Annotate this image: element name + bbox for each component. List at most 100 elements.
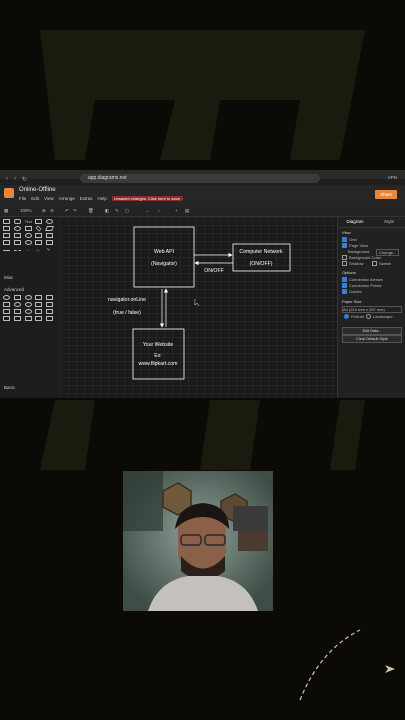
undo-icon[interactable]: ↶	[65, 208, 69, 214]
section-basic[interactable]: Basic	[4, 385, 15, 390]
grid-option[interactable]: Grid	[342, 237, 357, 243]
shape-document[interactable]	[13, 240, 21, 245]
landscape-radio[interactable]	[366, 314, 371, 320]
clear-default-style-button[interactable]: Clear Default Style	[342, 335, 402, 343]
shape-process[interactable]	[24, 226, 32, 231]
shape-cylinder[interactable]	[24, 233, 32, 238]
shape-cross[interactable]	[13, 302, 21, 307]
menu-arrange[interactable]: Arrange	[59, 196, 75, 201]
shape-donut[interactable]	[24, 309, 32, 314]
menu-view[interactable]: View	[44, 196, 54, 201]
address-field[interactable]: app.diagrams.net	[80, 174, 320, 183]
shape-cube[interactable]	[35, 240, 43, 245]
shape-plus[interactable]	[35, 302, 43, 307]
back-icon[interactable]: ‹	[6, 176, 8, 182]
shape-rectangle[interactable]	[3, 219, 10, 224]
shape-line[interactable]	[3, 250, 10, 251]
shape-ellipse[interactable]	[46, 219, 54, 224]
shape-swimlane[interactable]	[24, 316, 32, 321]
shape-triangle[interactable]	[13, 233, 21, 238]
grid-checkbox[interactable]	[342, 237, 347, 243]
web-api-box[interactable]	[133, 226, 195, 288]
share-button[interactable]: Share	[375, 190, 397, 199]
shape-arrow[interactable]: →	[25, 247, 32, 253]
shape-flag[interactable]	[35, 316, 43, 321]
shape-circle[interactable]	[13, 226, 21, 231]
vpn-badge[interactable]: VPN	[388, 175, 397, 180]
shape-grid-adv[interactable]	[46, 309, 54, 314]
waypoint-icon[interactable]: ⌐	[158, 208, 161, 213]
shape-text[interactable]: Text	[25, 219, 32, 224]
insert-icon[interactable]: +	[175, 208, 178, 213]
bg-color-option[interactable]: Background Color	[342, 255, 381, 261]
menu-help[interactable]: Help	[98, 196, 107, 201]
sketch-option[interactable]: Sketch	[372, 261, 391, 267]
shape-hexagon-adv[interactable]	[13, 295, 21, 300]
shape-table-adv[interactable]	[35, 309, 43, 314]
shape-bars[interactable]	[3, 316, 10, 321]
section-misc[interactable]: Misc	[4, 275, 13, 280]
shape-dashed-line[interactable]	[13, 250, 21, 251]
shape-bidirectional[interactable]: ↔	[35, 247, 42, 253]
forward-icon[interactable]: ›	[14, 176, 16, 182]
shape-callout[interactable]	[35, 295, 43, 300]
shape-square[interactable]	[3, 226, 10, 231]
conn-points-checkbox[interactable]	[342, 283, 347, 289]
shape-sum[interactable]	[24, 302, 32, 307]
shape-manual[interactable]	[3, 302, 10, 307]
tab-diagram[interactable]: Diagram	[338, 217, 372, 227]
shape-curve[interactable]: ∿	[46, 247, 53, 253]
redo-icon[interactable]: ↷	[73, 208, 77, 214]
line-color-icon[interactable]: ✎	[115, 208, 119, 214]
menu-edit[interactable]: Edit	[31, 196, 39, 201]
fill-color-icon[interactable]: ◧	[105, 208, 109, 214]
conn-arrows-checkbox[interactable]	[342, 277, 347, 283]
shape-diamond[interactable]	[35, 225, 42, 232]
shape-container[interactable]	[13, 316, 21, 321]
shape-or[interactable]	[3, 295, 10, 300]
menu-file[interactable]: File	[19, 196, 26, 201]
page-view-checkbox[interactable]	[342, 243, 347, 249]
shape-actor[interactable]	[24, 240, 32, 245]
shadow-option[interactable]: Shadow	[342, 261, 363, 267]
reload-icon[interactable]: ↻	[22, 176, 27, 183]
shape-pentagon[interactable]	[46, 316, 54, 321]
menu-extras[interactable]: Extras	[80, 196, 93, 201]
page-view-option[interactable]: Page View	[342, 243, 368, 249]
zoom-in-icon[interactable]: ⊕	[42, 208, 46, 214]
section-advanced[interactable]: Advanced	[4, 287, 24, 292]
table-icon[interactable]: ▤	[185, 208, 189, 214]
shape-list[interactable]	[13, 309, 21, 314]
zoom-out-icon[interactable]: ⊖	[50, 208, 54, 214]
shape-x[interactable]	[46, 302, 54, 307]
shape-ellipse-adv[interactable]	[24, 295, 32, 300]
shape-note[interactable]	[35, 233, 43, 238]
shape-tape[interactable]	[3, 240, 10, 245]
guides-option[interactable]: Guides	[342, 289, 362, 295]
zoom-level[interactable]: 100%	[20, 208, 32, 213]
sketch-checkbox[interactable]	[372, 261, 377, 267]
shape-textbox[interactable]	[35, 219, 43, 224]
format-panel-icon[interactable]: ▦	[4, 208, 8, 214]
portrait-option[interactable]: Portrait	[344, 314, 364, 320]
shadow-checkbox[interactable]	[342, 261, 347, 267]
edit-data-button[interactable]: Edit Data...	[342, 327, 402, 335]
connector-icon[interactable]: →	[145, 208, 150, 213]
guides-checkbox[interactable]	[342, 289, 347, 295]
shape-parallelogram[interactable]	[45, 226, 55, 231]
shadow-icon[interactable]: ▢	[125, 208, 129, 214]
shape-hexagon[interactable]	[3, 233, 10, 238]
unsaved-changes-notice[interactable]: Unsaved changes. Click here to save.	[111, 196, 183, 201]
shape-card[interactable]	[46, 233, 54, 238]
shape-process-adv[interactable]	[46, 295, 54, 300]
document-title[interactable]: Online-Offline	[19, 187, 56, 193]
shape-step[interactable]	[46, 240, 54, 245]
paper-size-select[interactable]: A4 (210 mm x 297 mm)	[342, 306, 402, 313]
portrait-radio[interactable]	[344, 314, 349, 320]
shape-rounded[interactable]	[13, 219, 21, 224]
conn-points-option[interactable]: Connection Points	[342, 283, 381, 289]
diagram-canvas[interactable]: Web API (Navigator) Computer Network (ON…	[60, 217, 337, 398]
bg-color-checkbox[interactable]	[342, 255, 347, 261]
shape-lb[interactable]	[3, 309, 10, 314]
delete-icon[interactable]: 🗑	[88, 208, 94, 214]
